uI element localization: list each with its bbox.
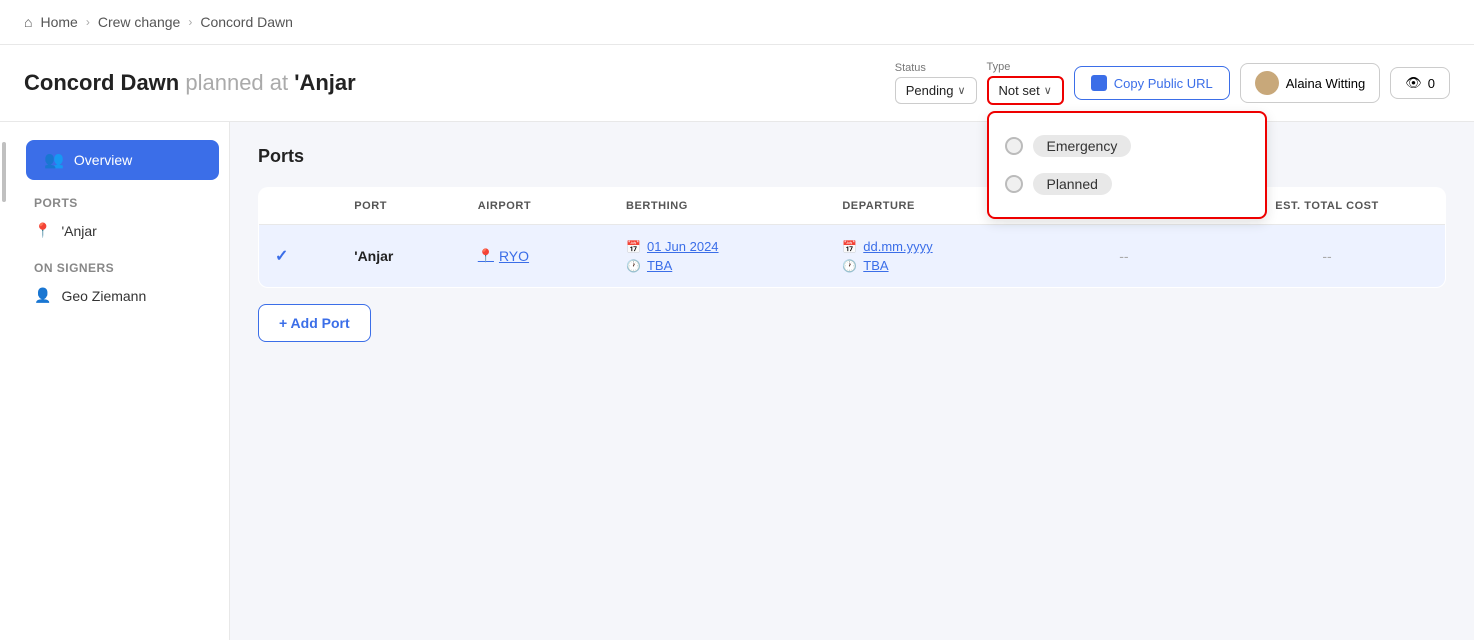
breadcrumb: ⌂ Home › Crew change › Concord Dawn [0,0,1474,45]
ports-table: PORT AIRPORT BERTHING DEPARTURE PORT STA… [258,187,1446,288]
sidebar-item-geo[interactable]: 👤 Geo Ziemann [16,279,229,312]
page-header: Concord Dawn planned at 'Anjar Status Pe… [0,45,1474,122]
status-dropdown[interactable]: Pending ∨ [895,77,977,104]
eye-count: 0 [1428,76,1435,91]
url-icon [1091,75,1107,91]
type-group: Type Not set ∨ [987,61,1064,105]
overview-label: Overview [74,152,132,168]
status-group: Status Pending ∨ [895,62,977,104]
col-select [259,188,339,225]
berthing-time[interactable]: TBA [647,258,672,273]
user-button[interactable]: Alaina Witting [1240,63,1380,103]
departure-date[interactable]: dd.mm.yyyy [863,239,932,254]
home-icon: ⌂ [24,14,32,30]
col-berthing: BERTHING [610,188,826,225]
eye-icon: 👁 [1405,75,1422,91]
on-signers-section-label: On signers [16,247,229,279]
departure-time[interactable]: TBA [863,258,888,273]
berthing-date-icon: 📅 [626,240,641,254]
status-label: Status [895,62,926,74]
location-icon: 📍 [34,222,51,239]
row-airport[interactable]: 📍 RYO [462,225,610,288]
radio-planned [1005,175,1023,193]
overview-icon: 👥 [44,150,64,170]
add-port-label: + Add Port [279,315,350,331]
type-dropdown-wrapper: Type Not set ∨ Emergency Planned [987,61,1064,105]
radio-emergency [1005,137,1023,155]
copy-url-label: Copy Public URL [1114,76,1213,91]
user-name: Alaina Witting [1286,76,1365,91]
breadcrumb-crew-change[interactable]: Crew change [98,14,181,30]
row-check: ✓ [259,225,339,288]
sidebar: 👥 Overview Ports 📍 'Anjar On signers 👤 G… [0,122,230,640]
type-value: Not set [999,83,1040,98]
berthing-time-icon: 🕐 [626,259,641,273]
berthing-date[interactable]: 01 Jun 2024 [647,239,719,254]
table-row: ✓ 'Anjar 📍 RYO 📅 [259,225,1446,288]
departure-date-icon: 📅 [842,240,857,254]
type-option-emergency-label: Emergency [1033,135,1132,157]
sidebar-item-anjar[interactable]: 📍 'Anjar [16,214,229,247]
type-option-planned-label: Planned [1033,173,1112,195]
on-signer-name: Geo Ziemann [61,288,146,304]
header-controls: Status Pending ∨ Type Not set ∨ Emergenc… [895,61,1450,105]
add-port-button[interactable]: + Add Port [258,304,371,342]
sidebar-scrollbar[interactable] [2,142,6,202]
type-option-planned[interactable]: Planned [1005,165,1249,203]
type-dropdown[interactable]: Not set ∨ [987,76,1064,105]
page-title: Concord Dawn planned at 'Anjar [24,70,879,96]
col-airport: AIRPORT [462,188,610,225]
row-port-stay: -- [1039,225,1209,288]
avatar [1255,71,1279,95]
type-caret: ∨ [1044,84,1052,97]
breadcrumb-sep-2: › [188,15,192,29]
person-icon: 👤 [34,287,51,304]
type-popup: Emergency Planned [987,111,1267,219]
airport-location-icon: 📍 [478,248,494,264]
col-port: PORT [338,188,462,225]
row-departure: 📅 dd.mm.yyyy 🕐 TBA [826,225,1038,288]
planned-at-label: planned at [185,70,288,95]
eye-button[interactable]: 👁 0 [1390,67,1450,99]
breadcrumb-home[interactable]: Home [40,14,77,30]
airport-code: RYO [499,248,529,264]
type-option-emergency[interactable]: Emergency [1005,127,1249,165]
copy-url-button[interactable]: Copy Public URL [1074,66,1230,100]
status-value: Pending [906,83,954,98]
row-port-name: 'Anjar [338,225,462,288]
check-icon: ✓ [275,248,288,265]
row-berthing: 📅 01 Jun 2024 🕐 TBA [610,225,826,288]
vessel-name: Concord Dawn [24,70,179,95]
ports-title: Ports [258,146,1446,167]
breadcrumb-sep-1: › [86,15,90,29]
departure-time-icon: 🕐 [842,259,857,273]
breadcrumb-current: Concord Dawn [200,14,293,30]
sidebar-item-overview[interactable]: 👥 Overview [26,140,219,180]
row-est-cost: -- [1209,225,1445,288]
main-content: Ports PORT AIRPORT BERTHING DEPARTURE PO… [230,122,1474,640]
ports-section-label: Ports [16,182,229,214]
status-caret: ∨ [957,84,965,97]
table-header-row: PORT AIRPORT BERTHING DEPARTURE PORT STA… [259,188,1446,225]
header-port-name: 'Anjar [294,70,355,95]
type-label: Type [987,61,1011,73]
port-anjar-label: 'Anjar [61,223,96,239]
